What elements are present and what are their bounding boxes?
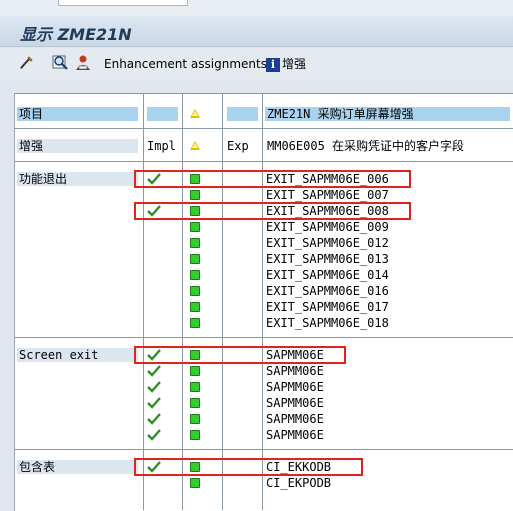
checkmark-icon <box>147 365 161 377</box>
status-green-icon <box>190 366 200 376</box>
checkmark-icon <box>147 413 161 425</box>
checkmark-icon <box>147 381 161 393</box>
header-label: 项目 <box>19 107 44 121</box>
enhancement-info-button[interactable]: i 增强 <box>266 54 306 74</box>
header-impl-bg <box>147 107 178 121</box>
header-exp-bg <box>227 107 258 121</box>
command-field-remnant[interactable] <box>58 0 188 6</box>
subheader-label: 增强 <box>19 139 44 153</box>
exit-name[interactable]: EXIT_SAPMM06E_007 <box>266 187 389 203</box>
group-label-function-exits: 功能退出 <box>19 172 68 186</box>
exit-name[interactable]: CI_EKPODB <box>266 475 331 491</box>
exit-name[interactable]: EXIT_SAPMM06E_018 <box>266 315 389 331</box>
status-green-icon <box>190 254 200 264</box>
glasses-icon <box>20 56 33 69</box>
status-green-icon <box>190 206 200 216</box>
exit-name[interactable]: EXIT_SAPMM06E_014 <box>266 267 389 283</box>
checkmark-icon <box>147 173 161 185</box>
checkmark-icon <box>147 349 161 361</box>
group-label-include-tables: 包含表 <box>19 460 56 474</box>
window-title: 显示 ZME21N <box>20 25 132 44</box>
application-toolbar: Enhancement assignments i 增强 <box>0 48 513 80</box>
exit-name[interactable]: SAPMM06E <box>266 379 324 395</box>
enhancement-label: 增强 <box>282 57 307 71</box>
status-green-icon <box>190 302 200 312</box>
exit-name[interactable]: SAPMM06E <box>266 347 324 363</box>
status-green-icon <box>190 398 200 408</box>
title-bar: 显示 ZME21N <box>0 16 513 47</box>
exit-name[interactable]: EXIT_SAPMM06E_009 <box>266 219 389 235</box>
enhancement-assignments-button[interactable]: Enhancement assignments <box>104 54 267 74</box>
exit-name[interactable]: SAPMM06E <box>266 427 324 443</box>
enhancement-value: MM06E005 在采购凭证中的客户字段 <box>267 139 465 153</box>
group-label-screen-exits: Screen exit <box>19 348 99 362</box>
display-change-button[interactable] <box>18 54 36 74</box>
search-icon <box>52 55 68 70</box>
exit-name[interactable]: CI_EKKODB <box>266 459 331 475</box>
status-green-icon <box>190 414 200 424</box>
enhancement-assignments-label: Enhancement assignments <box>104 57 267 71</box>
status-green-icon <box>190 430 200 440</box>
warning-triangle-icon <box>190 109 200 118</box>
status-green-icon <box>190 190 200 200</box>
impl-column-header: Impl <box>147 139 176 153</box>
exit-name[interactable]: EXIT_SAPMM06E_006 <box>266 171 389 187</box>
find-button[interactable] <box>52 54 70 74</box>
user-button[interactable] <box>74 54 92 74</box>
checkmark-icon <box>147 461 161 473</box>
warning-triangle-icon <box>190 141 200 150</box>
project-name: ZME21N 采购订单屏幕增强 <box>267 107 414 121</box>
exp-column-header: Exp <box>227 139 249 153</box>
exit-name[interactable]: SAPMM06E <box>266 363 324 379</box>
status-green-icon <box>190 286 200 296</box>
status-green-icon <box>190 462 200 472</box>
checkmark-icon <box>147 205 161 217</box>
user-icon <box>76 55 90 70</box>
status-green-icon <box>190 270 200 280</box>
status-green-icon <box>190 382 200 392</box>
exit-name[interactable]: SAPMM06E <box>266 395 324 411</box>
exit-name[interactable]: EXIT_SAPMM06E_016 <box>266 283 389 299</box>
exit-name[interactable]: SAPMM06E <box>266 411 324 427</box>
status-green-icon <box>190 350 200 360</box>
status-green-icon <box>190 478 200 488</box>
exit-name[interactable]: EXIT_SAPMM06E_012 <box>266 235 389 251</box>
info-icon: i <box>266 57 280 72</box>
status-green-icon <box>190 222 200 232</box>
exit-name[interactable]: EXIT_SAPMM06E_017 <box>266 299 389 315</box>
exit-name[interactable]: EXIT_SAPMM06E_013 <box>266 251 389 267</box>
status-green-icon <box>190 318 200 328</box>
checkmark-icon <box>147 429 161 441</box>
exit-name[interactable]: EXIT_SAPMM06E_008 <box>266 203 389 219</box>
status-green-icon <box>190 238 200 248</box>
status-green-icon <box>190 174 200 184</box>
checkmark-icon <box>147 397 161 409</box>
